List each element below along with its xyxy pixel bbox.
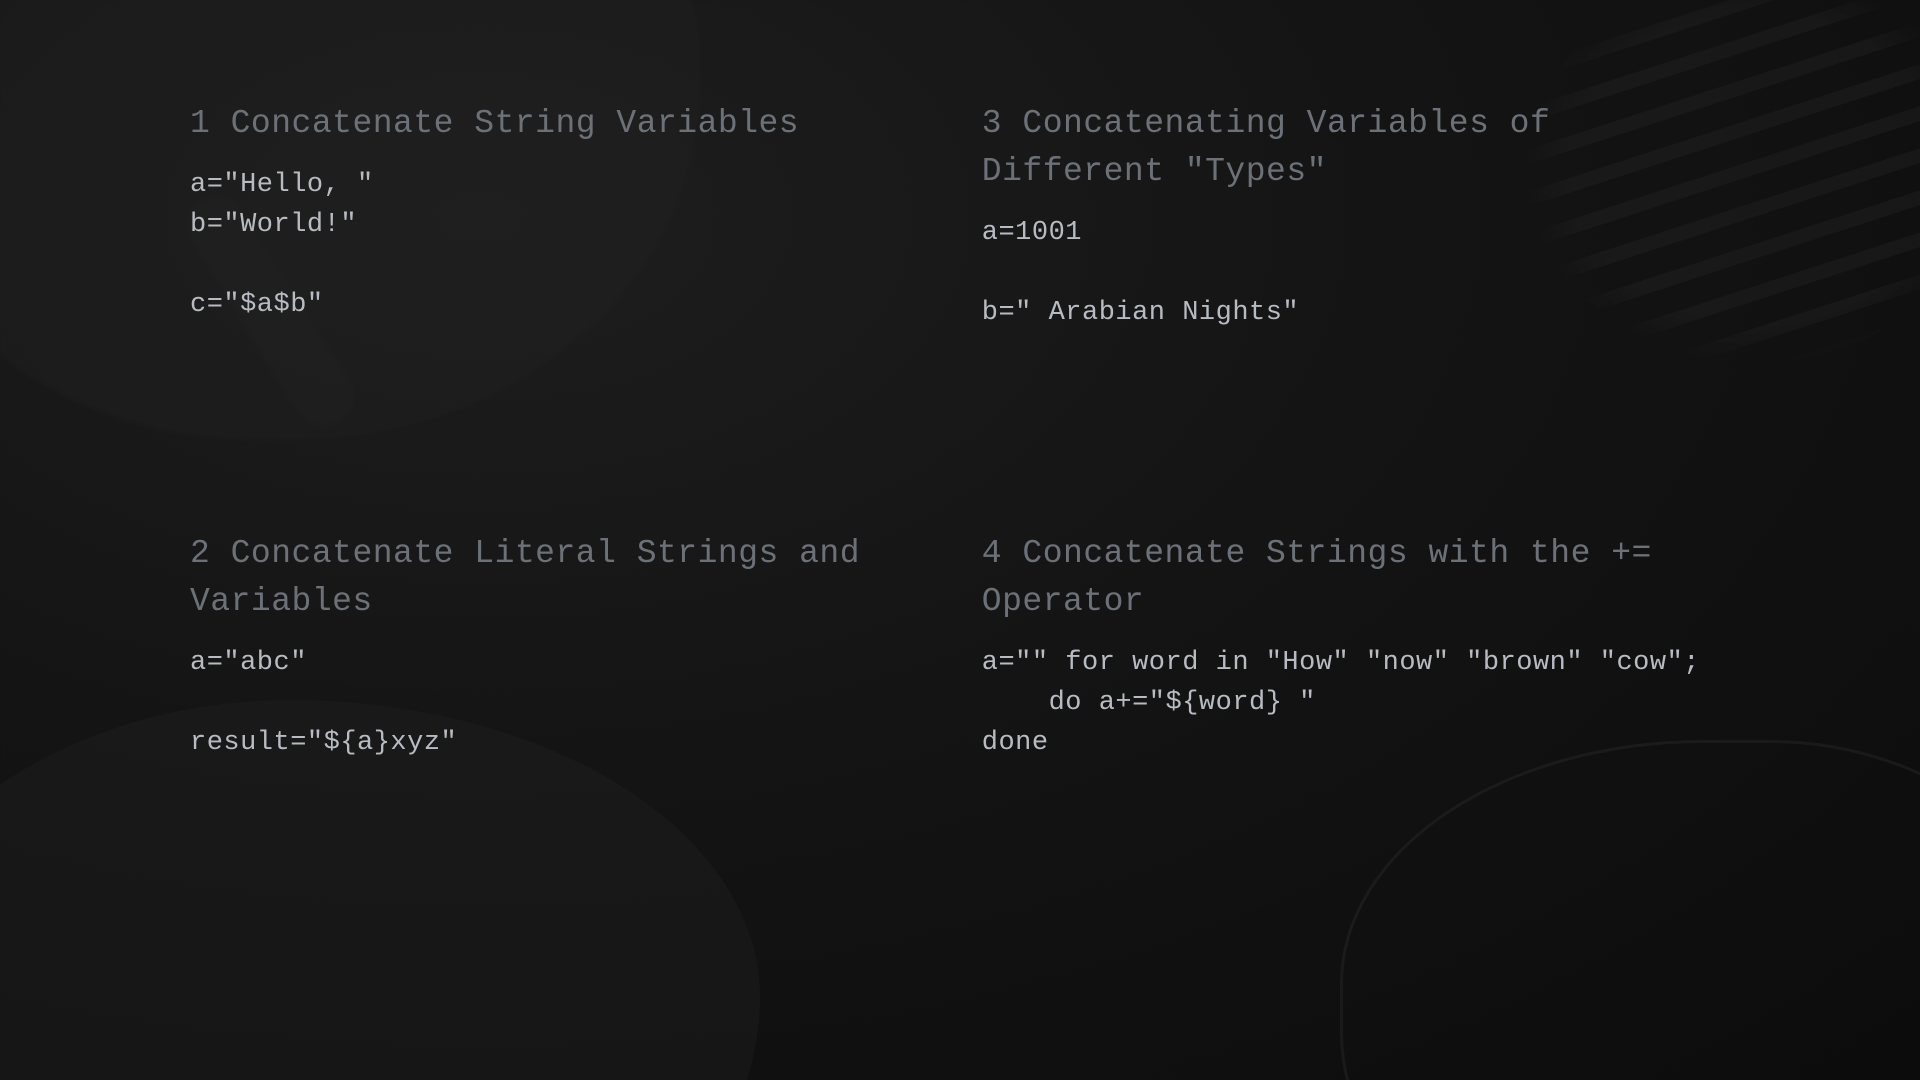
section-2-number: 2 xyxy=(190,535,210,572)
section-3-code: a=1001 b=" Arabian Nights" xyxy=(982,214,1700,334)
section-2-code: a="abc" result="${a}xyz" xyxy=(190,644,902,764)
section-1-number: 1 xyxy=(190,105,210,142)
section-4-code: a="" for word in "How" "now" "brown" "co… xyxy=(982,644,1700,764)
section-4-number: 4 xyxy=(982,535,1002,572)
section-2-title: Concatenate Literal Strings and Variable… xyxy=(190,535,860,620)
section-1-code: a="Hello, " b="World!" c="$a$b" xyxy=(190,166,902,326)
section-4-title: Concatenate Strings with the += Operator xyxy=(982,535,1652,620)
section-2: 2 Concatenate Literal Strings and Variab… xyxy=(190,530,942,960)
section-3-number: 3 xyxy=(982,105,1002,142)
section-3-title: Concatenating Variables of Different "Ty… xyxy=(982,105,1551,190)
section-2-heading: 2 Concatenate Literal Strings and Variab… xyxy=(190,530,902,626)
section-4: 4 Concatenate Strings with the += Operat… xyxy=(982,530,1740,960)
section-3-heading: 3 Concatenating Variables of Different "… xyxy=(982,100,1700,196)
section-4-heading: 4 Concatenate Strings with the += Operat… xyxy=(982,530,1700,626)
section-3: 3 Concatenating Variables of Different "… xyxy=(982,100,1740,530)
section-1-title: Concatenate String Variables xyxy=(231,105,800,142)
section-1-heading: 1 Concatenate String Variables xyxy=(190,100,902,148)
content-grid: 1 Concatenate String Variables a="Hello,… xyxy=(0,0,1920,1080)
section-1: 1 Concatenate String Variables a="Hello,… xyxy=(190,100,942,530)
